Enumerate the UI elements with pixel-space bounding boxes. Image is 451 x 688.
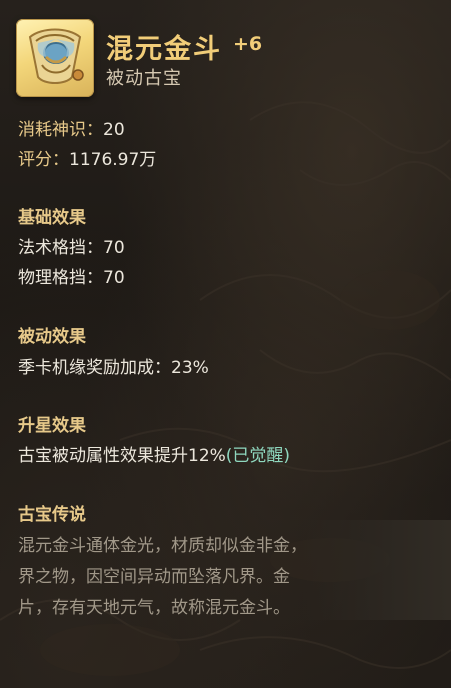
item-level: +6: [233, 33, 263, 55]
item-icon-frame: [16, 19, 94, 97]
lore-line: 片，存有天地元气，故称混元金斗。: [18, 598, 290, 618]
lore-heading: 古宝传说: [18, 505, 86, 525]
base-effect-value: 70: [103, 238, 125, 258]
score-row: 评分：1176.97万: [18, 145, 156, 170]
base-effect-label: 物理格挡：: [18, 268, 103, 288]
base-effect-value: 70: [103, 268, 125, 288]
cost-row: 消耗神识：20: [18, 115, 125, 140]
awakened-status: (已觉醒): [225, 446, 291, 466]
cost-label: 消耗神识：: [18, 120, 103, 140]
golden-dou-icon: [28, 28, 84, 84]
lore-line: 混元金斗通体金光，材质却似金非金，: [18, 536, 307, 556]
base-effect-line: 法术格挡：70: [18, 233, 125, 258]
passive-effect-text: 季卡机缘奖励加成：23%: [18, 358, 209, 378]
passive-effect-heading: 被动效果: [18, 327, 86, 347]
item-type: 被动古宝: [106, 68, 182, 89]
star-effect-text: 古宝被动属性效果提升12%: [18, 446, 226, 466]
score-label: 评分：: [18, 150, 69, 170]
base-effect-label: 法术格挡：: [18, 238, 103, 258]
score-value: 1176.97万: [69, 150, 157, 170]
item-name: 混元金斗: [106, 34, 222, 65]
cost-value: 20: [103, 120, 125, 140]
lore-line: 界之物，因空间异动而坠落凡界。金: [18, 567, 290, 587]
base-effect-heading: 基础效果: [18, 208, 86, 228]
star-effect-row: 古宝被动属性效果提升12%(已觉醒): [18, 441, 290, 466]
item-tooltip-panel: 混元金斗 +6 被动古宝 消耗神识：20 评分：1176.97万 基础效果 法术…: [0, 0, 451, 688]
star-effect-heading: 升星效果: [18, 416, 86, 436]
base-effect-line: 物理格挡：70: [18, 263, 125, 288]
lore-fade-overlay: [300, 520, 451, 620]
